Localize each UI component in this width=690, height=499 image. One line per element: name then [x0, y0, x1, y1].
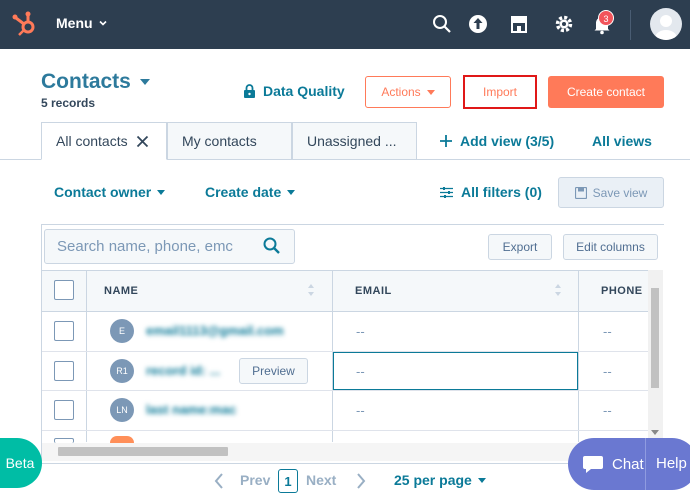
tab-my-contacts[interactable]: My contacts	[167, 122, 292, 160]
caret-down-icon	[157, 189, 166, 195]
next-page-button[interactable]: Next	[306, 472, 336, 488]
record-count: 5 records	[41, 96, 96, 110]
phone-cell[interactable]: --	[603, 364, 612, 379]
search-icon[interactable]	[262, 236, 282, 256]
chevron-right-icon[interactable]	[356, 472, 366, 490]
per-page-dropdown[interactable]: 25 per page	[394, 472, 486, 488]
phone-cell[interactable]: --	[603, 324, 612, 339]
all-filters-button[interactable]: All filters (0)	[440, 184, 542, 200]
column-header-email[interactable]: EMAIL	[355, 285, 392, 297]
save-view-button[interactable]: Save view	[558, 177, 664, 208]
all-views-link[interactable]: All views	[592, 133, 652, 149]
filter-sliders-icon	[440, 186, 453, 198]
save-view-label: Save view	[592, 185, 648, 200]
edit-columns-button[interactable]: Edit columns	[563, 234, 658, 260]
lock-icon	[244, 83, 255, 98]
contact-avatar	[110, 436, 134, 443]
help-button[interactable]: Help	[656, 455, 687, 472]
close-icon[interactable]	[136, 135, 149, 148]
caret-down-icon	[139, 79, 150, 85]
tab-label: All contacts	[56, 133, 128, 149]
row-checkbox[interactable]	[54, 400, 74, 420]
nav-divider	[630, 10, 631, 40]
settings-gear-icon[interactable]	[552, 12, 576, 36]
contact-owner-label: Contact owner	[54, 184, 152, 200]
export-button[interactable]: Export	[488, 234, 552, 260]
data-quality-link[interactable]: Data Quality	[243, 83, 345, 99]
caret-down-icon	[426, 89, 435, 95]
plus-icon	[440, 135, 452, 147]
selected-cell-outline	[333, 352, 578, 390]
page-title-text: Contacts	[41, 70, 131, 93]
actions-label: Actions	[381, 85, 421, 99]
menu-button[interactable]: Menu	[56, 15, 108, 31]
tab-unassigned[interactable]: Unassigned ...	[292, 122, 417, 160]
chevron-down-icon	[98, 20, 107, 26]
sort-icon[interactable]	[306, 282, 316, 298]
email-cell[interactable]: --	[356, 324, 365, 339]
import-button[interactable]: Import	[463, 75, 537, 109]
create-contact-button[interactable]: Create contact	[548, 76, 664, 108]
contact-avatar: R1	[110, 359, 134, 383]
column-header-phone[interactable]: PHONE	[601, 285, 643, 297]
email-cell[interactable]: --	[356, 403, 365, 418]
chat-label: Chat	[612, 455, 644, 473]
top-navigation-bar: Menu 3	[0, 0, 690, 49]
preview-button[interactable]: Preview	[239, 358, 308, 384]
current-page-number[interactable]: 1	[278, 469, 298, 493]
caret-down-icon	[477, 477, 486, 483]
prev-page-button[interactable]: Prev	[240, 472, 270, 488]
contact-name-link[interactable]: record id: ...	[146, 363, 220, 378]
tab-label: Unassigned ...	[307, 133, 397, 149]
column-header-name[interactable]: NAME	[104, 285, 138, 297]
column-divider	[86, 270, 87, 442]
tab-all-contacts[interactable]: All contacts	[41, 122, 167, 160]
notification-count-badge: 3	[598, 10, 614, 26]
chat-bubble-icon	[583, 456, 603, 473]
data-quality-label: Data Quality	[263, 83, 345, 99]
all-filters-label: All filters (0)	[461, 184, 542, 200]
contact-avatar: E	[110, 319, 134, 343]
contact-avatar: LN	[110, 398, 134, 422]
add-view-label: Add view (3/5)	[460, 133, 555, 149]
save-disk-icon	[574, 186, 587, 199]
create-date-filter[interactable]: Create date	[205, 184, 296, 200]
row-checkbox[interactable]	[54, 321, 74, 341]
page-title[interactable]: Contacts	[41, 70, 151, 94]
chat-help-divider	[645, 438, 646, 490]
column-divider	[578, 270, 579, 442]
contact-name-link[interactable]: email1113@gmail.com	[146, 323, 284, 338]
user-avatar[interactable]	[650, 8, 682, 40]
marketplace-icon[interactable]	[507, 12, 531, 36]
create-contact-label: Create contact	[566, 85, 646, 99]
tab-label: My contacts	[182, 133, 257, 149]
contact-name-link[interactable]: last name:mac	[146, 402, 236, 417]
search-icon[interactable]	[430, 12, 454, 36]
chevron-left-icon[interactable]	[214, 472, 224, 490]
caret-down-icon	[287, 189, 296, 195]
contact-owner-filter[interactable]: Contact owner	[54, 184, 166, 200]
horizontal-scrollbar-thumb[interactable]	[58, 447, 228, 456]
beta-feedback-button[interactable]: Beta	[0, 438, 42, 488]
phone-cell[interactable]: --	[603, 403, 612, 418]
upgrade-icon[interactable]	[466, 12, 490, 36]
email-cell[interactable]: --	[356, 364, 365, 379]
sort-icon[interactable]	[553, 282, 563, 298]
create-date-label: Create date	[205, 184, 282, 200]
row-checkbox[interactable]	[54, 361, 74, 381]
per-page-label: 25 per page	[394, 472, 472, 488]
row-divider	[42, 430, 648, 431]
scroll-down-arrow-icon[interactable]	[651, 430, 659, 436]
search-input[interactable]: Search name, phone, emc	[44, 229, 295, 264]
hubspot-logo-icon[interactable]	[10, 9, 40, 39]
select-all-checkbox[interactable]	[54, 280, 74, 300]
actions-button[interactable]: Actions	[365, 76, 451, 108]
import-label: Import	[482, 85, 517, 99]
menu-label: Menu	[56, 15, 93, 31]
row-divider	[42, 390, 648, 391]
user-avatar-icon	[655, 15, 677, 40]
vertical-scrollbar-thumb[interactable]	[651, 288, 659, 388]
add-view-button[interactable]: Add view (3/5)	[440, 133, 554, 149]
